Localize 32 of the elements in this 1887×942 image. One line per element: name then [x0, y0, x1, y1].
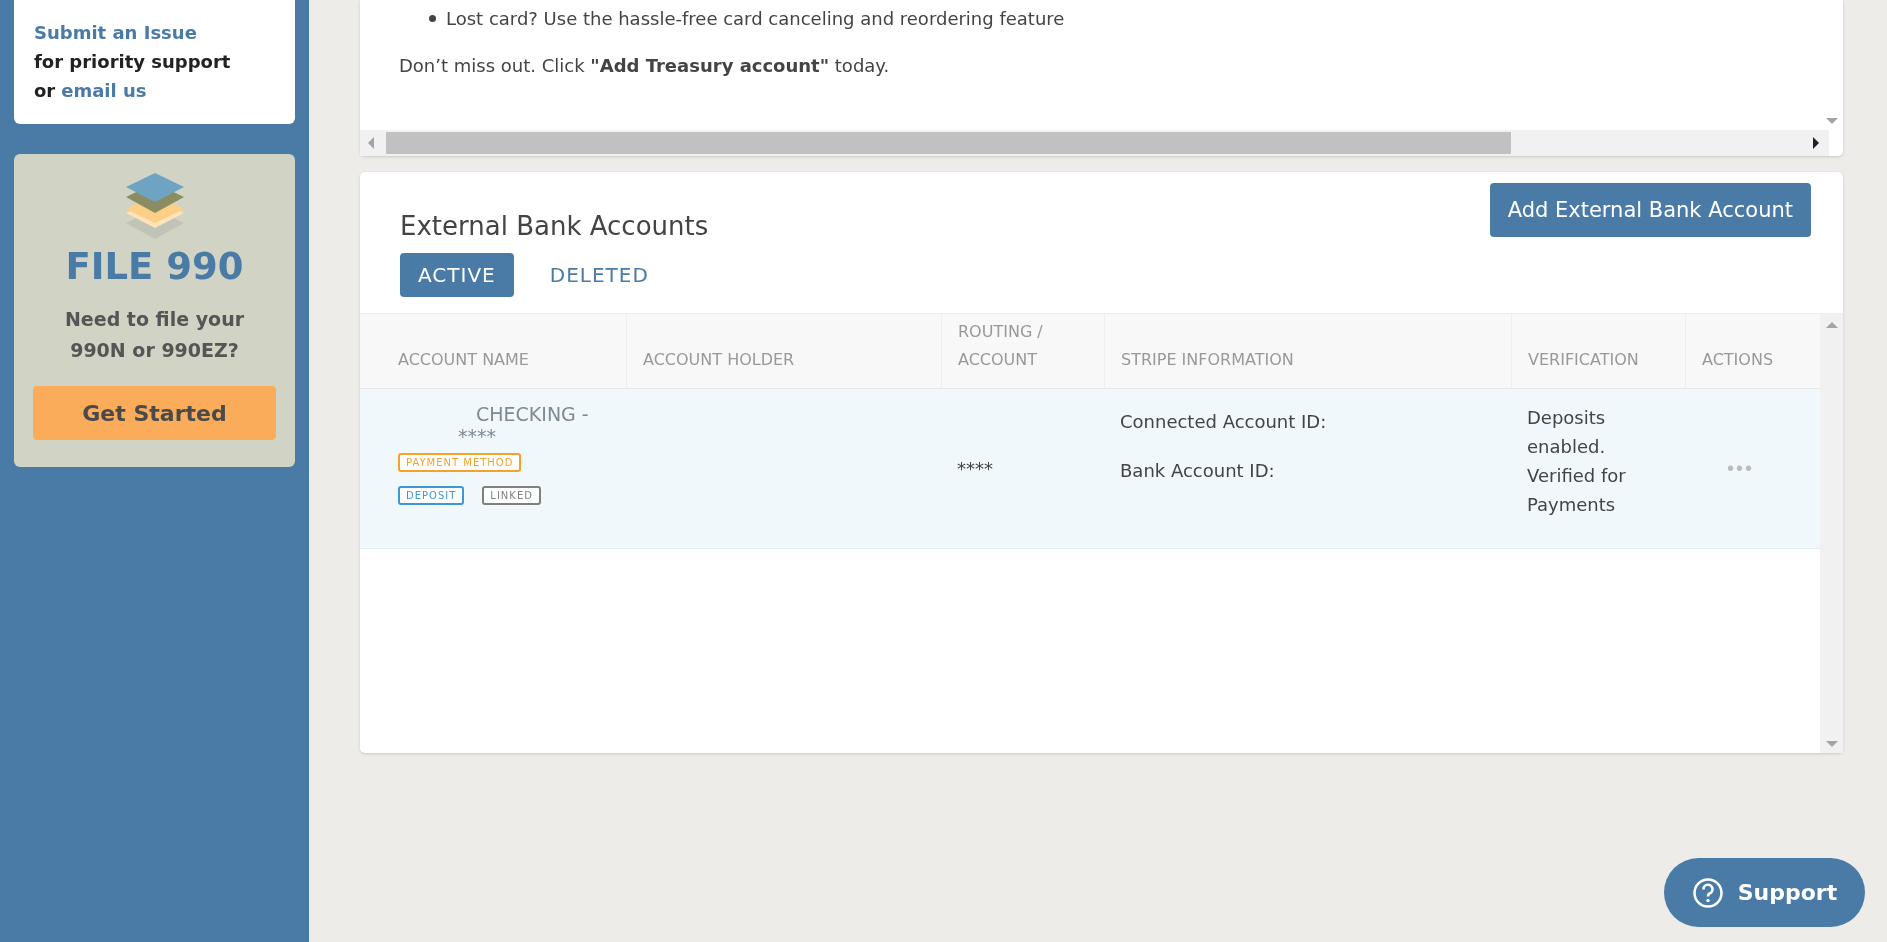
- section-title: External Bank Accounts: [400, 211, 709, 241]
- get-started-button[interactable]: Get Started: [33, 386, 276, 440]
- bullet-text: Lost card? Use the hassle-free card canceling and reordering feature: [446, 8, 1065, 29]
- column-header: STRIPE INFORMATION: [1104, 314, 1511, 388]
- support-text: for priority support: [34, 50, 232, 74]
- stripe-info-text: Bank Account ID:: [1120, 460, 1276, 481]
- column-header: ACCOUNT HOLDER: [626, 314, 941, 388]
- tag: DEPOSIT: [398, 486, 465, 505]
- verification-status: Deposits enabled. Verified for Payments: [1527, 406, 1627, 517]
- help-icon: [1691, 876, 1724, 909]
- tab[interactable]: DELETED: [531, 253, 667, 297]
- email-link[interactable]: email us: [61, 76, 147, 105]
- bullet-icon: [429, 15, 436, 22]
- promo-title: FILE 990: [65, 245, 244, 288]
- column-header: VERIFICATION: [1511, 314, 1685, 388]
- horizontal-scrollbar[interactable]: [360, 130, 1829, 156]
- cta-text: Don’t miss out. Click "Add Treasury account" today.: [399, 55, 891, 76]
- tab[interactable]: ACTIVE: [400, 253, 514, 297]
- column-header: ACCOUNT NAME: [397, 349, 530, 371]
- support-button[interactable]: Support: [1664, 858, 1865, 927]
- tag: LINKED: [482, 486, 541, 505]
- stripe-info-text: Connected Account ID:: [1120, 411, 1328, 432]
- column-header: ROUTING / ACCOUNT: [941, 314, 1104, 388]
- vertical-scrollbar[interactable]: [1820, 314, 1843, 753]
- account-name: CHECKING -: [476, 403, 589, 425]
- tag: PAYMENT METHOD: [398, 453, 522, 472]
- submit-issue-link[interactable]: Submit an Issue: [34, 18, 275, 47]
- promo-text: Need to file your 990N or 990EZ?: [63, 307, 246, 363]
- add-account-button[interactable]: Add External Bank Account: [1489, 183, 1811, 237]
- account-number: ****: [458, 425, 496, 447]
- routing-number: ****: [957, 458, 993, 479]
- or-text: or: [34, 79, 56, 103]
